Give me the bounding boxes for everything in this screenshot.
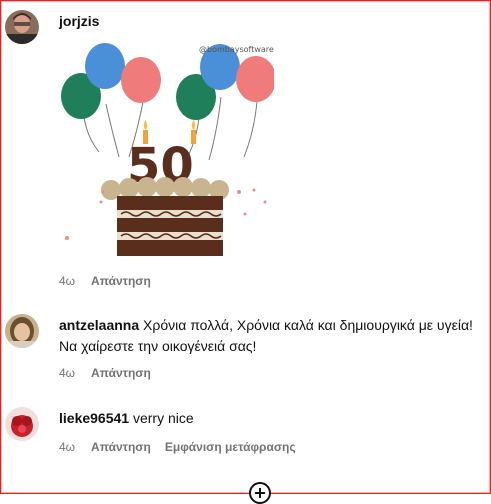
avatar[interactable] — [5, 10, 39, 44]
comment-meta: 4ω Απάντηση — [59, 366, 165, 380]
comment-body: lieke96541 verry nice — [59, 408, 479, 429]
comment-time: 4ω — [59, 440, 76, 454]
comment-time: 4ω — [59, 366, 76, 380]
comment-text: verry nice — [132, 410, 194, 426]
reply-button[interactable]: Απάντηση — [91, 366, 151, 380]
comment-username[interactable]: antzelaanna — [59, 317, 139, 333]
comment-meta: 4ω Απάντηση Εμφάνιση μετάφρασης — [59, 440, 310, 454]
avatar[interactable] — [5, 314, 39, 348]
birthday-sticker-image: @bombaysoftwares 50 — [59, 42, 278, 264]
comment-body: antzelaanna Χρόνια πολλά, Χρόνια καλά κα… — [59, 315, 479, 357]
reply-button[interactable]: Απάντηση — [91, 274, 151, 288]
comment-meta: 4ω Απάντηση — [59, 274, 165, 288]
comment-username[interactable]: lieke96541 — [59, 410, 129, 426]
load-more-comments-icon[interactable] — [249, 482, 271, 504]
see-translation-button[interactable]: Εμφάνιση μετάφρασης — [165, 440, 296, 454]
avatar[interactable] — [5, 407, 39, 441]
sticker-watermark: @bombaysoftwares — [199, 45, 274, 54]
reply-button[interactable]: Απάντηση — [91, 440, 151, 454]
comment-time: 4ω — [59, 274, 76, 288]
comment-username[interactable]: jorjzis — [59, 13, 99, 29]
